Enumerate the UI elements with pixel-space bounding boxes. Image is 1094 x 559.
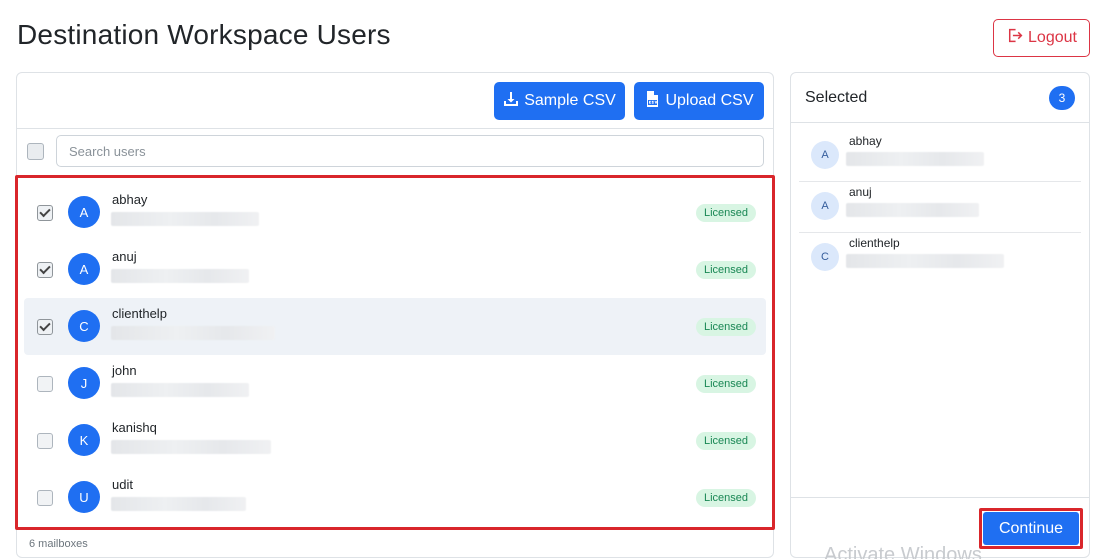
upload-csv-label: Upload CSV	[665, 92, 754, 109]
user-checkbox[interactable]	[37, 490, 53, 506]
user-checkbox[interactable]	[37, 376, 53, 392]
license-badge: Licensed	[695, 375, 756, 393]
license-badge: Licensed	[695, 489, 756, 507]
logout-label: Logout	[1028, 29, 1077, 46]
avatar: C	[811, 243, 839, 271]
user-checkbox[interactable]	[37, 433, 53, 449]
user-name: abhay	[112, 192, 148, 207]
selected-item-name: abhay	[849, 134, 882, 148]
user-email-redacted	[111, 383, 249, 397]
selected-panel-header: Selected 3	[791, 73, 1089, 123]
activate-windows-watermark: Activate Windows	[824, 544, 982, 559]
avatar: K	[68, 424, 100, 456]
selected-item: Aabhay	[799, 131, 1081, 182]
selected-count-badge: 3	[1049, 86, 1075, 110]
selected-panel-title: Selected	[805, 89, 868, 106]
logout-button[interactable]: Logout	[993, 19, 1090, 57]
selected-item-email-redacted	[846, 203, 979, 217]
selected-item-name: clienthelp	[849, 236, 900, 250]
user-email-redacted	[111, 212, 259, 226]
selected-item: Cclienthelp	[799, 233, 1081, 284]
selected-item-email-redacted	[846, 152, 984, 166]
user-email-redacted	[111, 497, 246, 511]
avatar: A	[811, 141, 839, 169]
select-all-checkbox[interactable]	[27, 143, 44, 160]
user-row[interactable]: Kkanishq Licensed	[24, 412, 766, 469]
csv-file-icon	[644, 90, 660, 112]
user-email-redacted	[111, 326, 275, 340]
license-badge: Licensed	[695, 204, 756, 222]
user-name: clienthelp	[112, 306, 167, 321]
avatar: J	[68, 367, 100, 399]
user-name: kanishq	[112, 420, 157, 435]
mailbox-count: 6 mailboxes	[29, 538, 88, 550]
sample-csv-label: Sample CSV	[524, 92, 616, 109]
selected-panel: Selected 3 Aabhay Aanuj Cclienthelp Contin…	[790, 72, 1090, 558]
user-checkbox[interactable]	[37, 205, 53, 221]
user-name: udit	[112, 477, 133, 492]
user-row[interactable]: Jjohn Licensed	[24, 355, 766, 412]
user-row[interactable]: Aanuj Licensed	[24, 241, 766, 298]
avatar: A	[68, 196, 100, 228]
selected-item-email-redacted	[846, 254, 1004, 268]
continue-highlight: Continue	[979, 508, 1083, 549]
page-title: Destination Workspace Users	[17, 19, 391, 50]
user-checkbox[interactable]	[37, 262, 53, 278]
upload-csv-button[interactable]: Upload CSV	[634, 82, 764, 120]
user-email-redacted	[111, 440, 271, 454]
logout-icon	[1006, 27, 1023, 49]
user-row[interactable]: Aabhay Licensed	[24, 184, 766, 241]
user-name: anuj	[112, 249, 137, 264]
license-badge: Licensed	[695, 432, 756, 450]
user-name: john	[112, 363, 137, 378]
selected-item: Aanuj	[799, 182, 1081, 233]
license-badge: Licensed	[695, 318, 756, 336]
user-email-redacted	[111, 269, 249, 283]
avatar: U	[68, 481, 100, 513]
user-row[interactable]: Cclienthelp Licensed	[24, 298, 766, 355]
license-badge: Licensed	[695, 261, 756, 279]
selected-item-name: anuj	[849, 185, 872, 199]
download-icon	[503, 91, 519, 112]
search-input[interactable]	[56, 135, 764, 167]
avatar: A	[68, 253, 100, 285]
selected-list: Aabhay Aanuj Cclienthelp	[799, 131, 1081, 284]
user-checkbox[interactable]	[37, 319, 53, 335]
avatar: A	[811, 192, 839, 220]
users-card: Sample CSV Upload CSV AabhayLicensedAanu…	[15, 72, 775, 558]
continue-button[interactable]: Continue	[983, 512, 1079, 545]
avatar: C	[68, 310, 100, 342]
search-row	[17, 129, 773, 173]
user-row[interactable]: Uudit Licensed	[24, 469, 766, 526]
sample-csv-button[interactable]: Sample CSV	[494, 82, 625, 120]
card-toolbar: Sample CSV Upload CSV	[17, 73, 773, 129]
user-list: Aabhay Licensed Aanuj Licensed Cclienthelp Li…	[15, 175, 775, 530]
